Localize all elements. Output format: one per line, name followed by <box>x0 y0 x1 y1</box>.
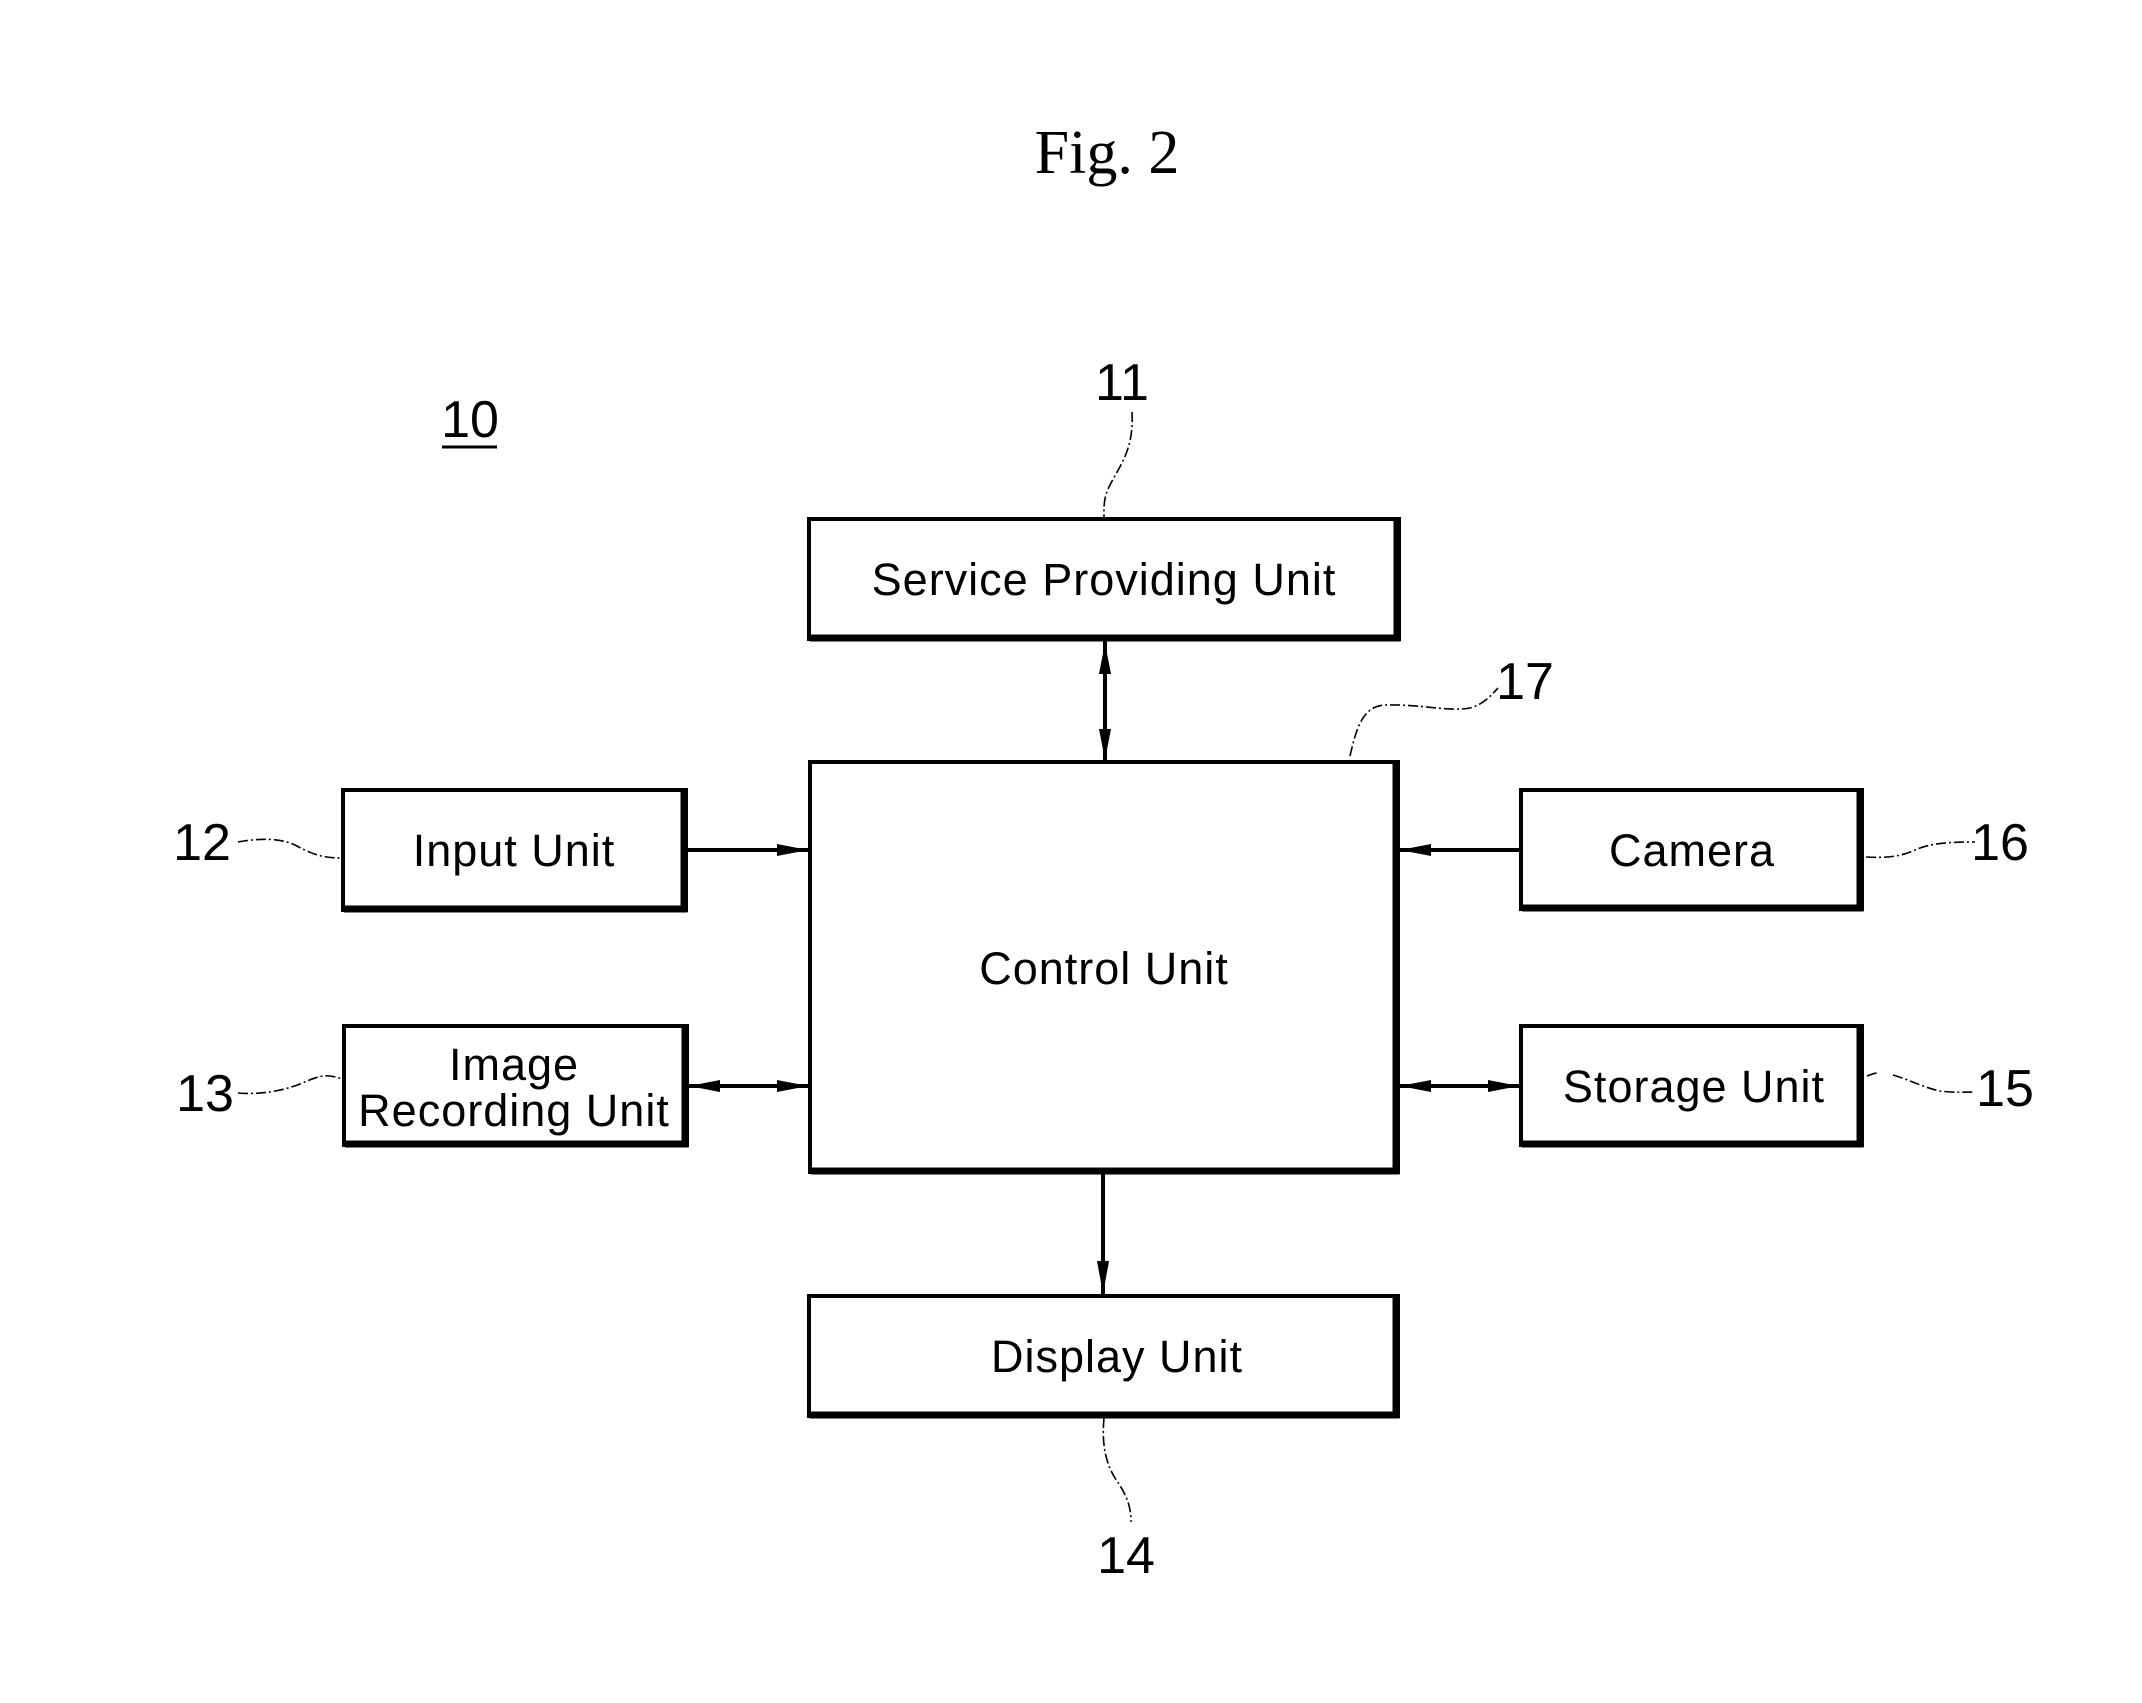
arrowhead-down-icon <box>1099 729 1111 760</box>
leader-13 <box>237 1075 343 1095</box>
block-diagram: Fig. 2 10 Service Providing Unit 11 Cont… <box>173 119 2034 1585</box>
ref-15: 15 <box>1976 1060 2034 1118</box>
camera-label: Camera <box>1609 825 1775 876</box>
arrowhead-up-icon <box>1099 643 1111 674</box>
ref-16: 16 <box>1971 814 2029 872</box>
arrowhead-right-icon <box>777 1080 808 1092</box>
image-recording-label-line2: Recording Unit <box>358 1085 670 1136</box>
arrowhead-down-icon <box>1097 1261 1109 1294</box>
connector-control-display <box>1097 1174 1109 1294</box>
connector-service-control <box>1099 641 1111 760</box>
ref-11: 11 <box>1095 354 1149 412</box>
figure-title: Fig. 2 <box>1035 119 1180 187</box>
leader-16 <box>1865 841 1976 859</box>
connector-camera-control <box>1400 844 1521 856</box>
display-unit-block: Display Unit <box>807 1294 1400 1419</box>
arrowhead-right-icon <box>1488 1080 1519 1092</box>
leader-15 <box>1866 1072 1976 1094</box>
camera-block: Camera <box>1519 788 1864 912</box>
service-label: Service Providing Unit <box>872 554 1337 605</box>
leader-14 <box>1102 1417 1132 1523</box>
ref-12: 12 <box>173 814 231 872</box>
image-recording-unit-block: Image Recording Unit <box>342 1024 689 1148</box>
arrowhead-right-icon <box>777 844 808 856</box>
input-unit-block: Input Unit <box>341 788 688 913</box>
ref-17: 17 <box>1496 653 1554 711</box>
display-label: Display Unit <box>991 1331 1243 1382</box>
arrowhead-left-icon <box>1400 1080 1431 1092</box>
system-reference: 10 <box>441 391 499 449</box>
arrowhead-left-icon <box>689 1080 720 1092</box>
leader-11 <box>1103 411 1133 518</box>
storage-label: Storage Unit <box>1563 1061 1825 1112</box>
image-recording-label-line1: Image <box>449 1039 579 1090</box>
leader-17 <box>1349 687 1499 757</box>
arrowhead-left-icon <box>1400 844 1431 856</box>
service-providing-unit-block: Service Providing Unit <box>807 517 1401 642</box>
ref-13: 13 <box>176 1065 234 1123</box>
connector-storage-control <box>1400 1080 1521 1092</box>
connector-image-recording-control <box>687 1080 808 1092</box>
control-label: Control Unit <box>979 943 1229 994</box>
storage-unit-block: Storage Unit <box>1519 1024 1864 1148</box>
ref-14: 14 <box>1097 1527 1155 1585</box>
system-ref-number: 10 <box>441 391 499 449</box>
input-label: Input Unit <box>413 825 616 876</box>
control-unit-block: Control Unit <box>808 760 1400 1175</box>
leader-12 <box>237 838 343 859</box>
connector-input-control <box>686 844 808 856</box>
